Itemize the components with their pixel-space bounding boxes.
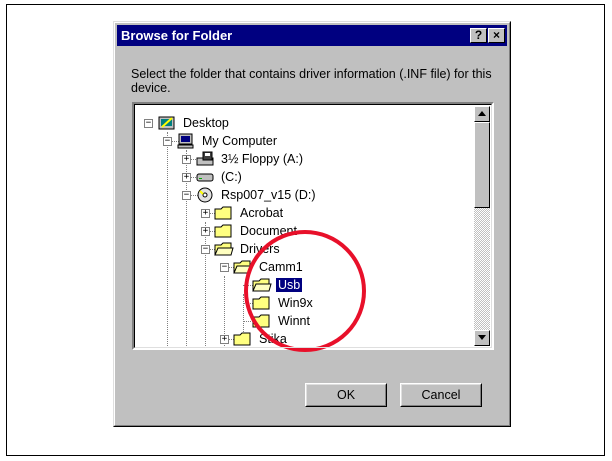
scroll-down-button[interactable] (474, 330, 490, 346)
floppy-drive-icon (196, 151, 214, 166)
expand-acrobat-toggle[interactable]: + (201, 209, 210, 218)
ok-button[interactable]: OK (305, 383, 387, 407)
tree-item-label: Stika (259, 332, 287, 346)
tree-item-c-drive[interactable]: (C:) (195, 168, 244, 186)
cancel-button[interactable]: Cancel (400, 383, 482, 407)
collapse-camm1-toggle[interactable]: − (220, 263, 229, 272)
browse-for-folder-dialog: Browse for Folder ? × Select the folder … (113, 21, 511, 427)
tree-item-acrobat[interactable]: Acrobat (214, 204, 285, 222)
title-bar: Browse for Folder ? × (117, 25, 507, 46)
scroll-thumb[interactable] (474, 122, 490, 208)
tree-item-stika[interactable]: Stika (233, 330, 289, 348)
tree-item-d-drive[interactable]: Rsp007_v15 (D:) (195, 186, 318, 204)
arrow-down-icon (478, 335, 486, 340)
tree-item-label: Win9x (278, 296, 313, 310)
tree-item-usb[interactable]: Usb (252, 276, 304, 294)
dialog-title: Browse for Folder (121, 28, 233, 43)
collapse-drivers-toggle[interactable]: − (201, 245, 210, 254)
collapse-d-drive-toggle[interactable]: − (182, 191, 191, 200)
tree-item-my-computer[interactable]: My Computer (176, 132, 279, 150)
tree-item-label-selected: Usb (274, 277, 304, 293)
arrow-up-icon (478, 111, 486, 116)
folder-icon (214, 206, 232, 220)
cd-drive-icon (197, 187, 213, 203)
folder-icon (252, 296, 270, 310)
tree-item-floppy[interactable]: 3½ Floppy (A:) (195, 150, 305, 168)
tree-item-camm1[interactable]: Camm1 (233, 258, 305, 276)
tree-item-label: Desktop (183, 116, 229, 130)
folder-icon (214, 224, 232, 238)
expand-stika-toggle[interactable]: + (220, 335, 229, 344)
tree-item-label: Document (240, 224, 297, 238)
vertical-scrollbar[interactable] (474, 106, 490, 346)
folder-icon (252, 314, 270, 328)
expand-document-toggle[interactable]: + (201, 227, 210, 236)
expand-floppy-toggle[interactable]: + (182, 155, 191, 164)
instruction-text: Select the folder that contains driver i… (131, 67, 492, 95)
close-button[interactable]: × (488, 28, 505, 43)
tree-item-label: (C:) (221, 170, 242, 184)
hard-drive-icon (196, 173, 214, 182)
tree-item-label: Drivers (240, 242, 280, 256)
tree-item-winnt[interactable]: Winnt (252, 312, 312, 330)
folder-open-icon (252, 278, 272, 292)
help-button[interactable]: ? (470, 28, 487, 43)
tree-item-label: My Computer (202, 134, 278, 148)
tree-item-desktop[interactable]: Desktop (157, 114, 231, 132)
expand-c-drive-toggle[interactable]: + (182, 173, 191, 182)
tree-item-label: Camm1 (259, 260, 303, 274)
tree-item-label: Winnt (278, 314, 310, 328)
tree-item-document[interactable]: Document (214, 222, 299, 240)
desktop-icon (158, 116, 175, 130)
folder-icon (233, 332, 251, 346)
tree-item-drivers[interactable]: Drivers (214, 240, 282, 258)
tree-item-win9x[interactable]: Win9x (252, 294, 315, 312)
collapse-my-computer-toggle[interactable]: − (163, 137, 172, 146)
tree-item-label: Acrobat (240, 206, 284, 220)
folder-open-icon (214, 242, 234, 256)
folder-open-icon (233, 260, 253, 274)
tree-item-label: Rsp007_v15 (D:) (221, 188, 316, 202)
collapse-desktop-toggle[interactable]: − (144, 119, 153, 128)
folder-tree[interactable]: − − + + − + + − − + Desktop My Computer … (132, 102, 494, 350)
computer-icon (177, 133, 194, 149)
scroll-up-button[interactable] (474, 106, 490, 122)
tree-item-label: 3½ Floppy (A:) (221, 152, 303, 166)
